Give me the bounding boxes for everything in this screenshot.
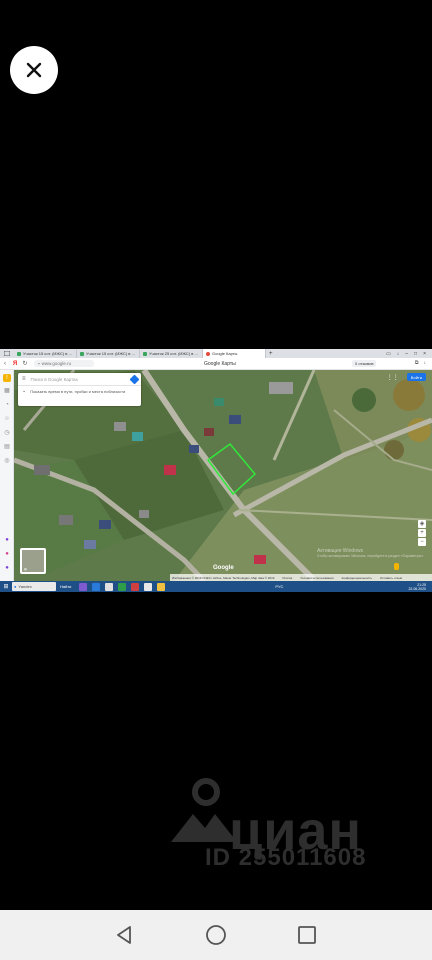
satellite-map[interactable]: ≡ Поиск в Google Картах ⌕ ⌄ Показать вре…	[14, 370, 432, 581]
reload-icon[interactable]: ↻	[20, 360, 30, 367]
maximize-icon[interactable]: □	[414, 351, 417, 357]
site-icon	[17, 351, 21, 356]
collections-icon[interactable]: ▤	[3, 443, 11, 451]
windows-activation-notice: Активация Windows Чтобы активировать Win…	[317, 548, 425, 558]
home-circle-icon	[206, 925, 226, 945]
close-icon	[26, 62, 42, 78]
windows-start-icon[interactable]: ⊞	[0, 581, 12, 592]
app-icon[interactable]	[131, 582, 140, 591]
android-navbar	[0, 910, 432, 960]
app-icon[interactable]	[118, 582, 127, 591]
taskbar-find[interactable]: Найти	[60, 584, 71, 589]
download-icon[interactable]: ↓	[424, 360, 427, 366]
map-pin-icon	[206, 351, 210, 356]
yandex-browser-icon[interactable]	[144, 582, 153, 591]
apps-grid-icon[interactable]: ⋮⋮	[387, 374, 399, 381]
home-button[interactable]	[204, 923, 228, 947]
yandex-icon[interactable]: Я	[10, 361, 20, 367]
google-logo: Google	[213, 565, 234, 571]
app-icon[interactable]	[105, 582, 114, 591]
app-icon[interactable]	[92, 582, 101, 591]
address-bar: ‹ Я ↻ ▪ www.google.ru Google Карты 0 отзы…	[0, 358, 432, 370]
download-icon[interactable]: ↓	[397, 351, 400, 357]
settings-icon[interactable]: ◎	[3, 457, 11, 465]
window-close-icon[interactable]: ×	[423, 351, 426, 357]
new-tab-button[interactable]: +	[269, 351, 273, 357]
map-attribution: Изображения © 2019 CNES / Airbus, Maxar …	[170, 574, 432, 581]
yandex-icon: ●	[14, 584, 17, 589]
recents-square-icon	[297, 926, 316, 944]
chevron-down-icon: ⌄	[22, 388, 27, 394]
browser-menu-icon[interactable]	[0, 349, 14, 358]
recents-button[interactable]	[295, 923, 319, 947]
page-title: Google Карты	[204, 361, 236, 367]
desktop-screenshot: Участок 15 сот. (ИЖС) в ... Участок 15 с…	[0, 349, 432, 592]
search-box[interactable]: ≡ Поиск в Google Картах ⌕	[18, 373, 141, 386]
back-triangle-icon	[117, 926, 132, 944]
compass-icon[interactable]: ◈	[418, 520, 426, 528]
tab-3[interactable]: Участок 25 сот. (ИЖС) в ...	[140, 349, 203, 358]
nearby-hint[interactable]: ⌄ Показать время в пути, пробки и места …	[18, 386, 141, 397]
zen-icon[interactable]: ●	[3, 564, 11, 572]
tab-2[interactable]: Участок 15 сот. (ИЖС) в ...	[77, 349, 140, 358]
grid-icon[interactable]: ▦	[3, 387, 11, 395]
layers-icon: ▤	[24, 567, 27, 571]
site-icon	[80, 351, 84, 356]
language-indicator[interactable]: РУС	[275, 584, 283, 589]
history-icon[interactable]: ◷	[3, 429, 11, 437]
taskbar-search[interactable]: ● Yandex	[12, 582, 56, 591]
zoom-in-button[interactable]: +	[418, 529, 426, 537]
back-button[interactable]	[113, 923, 137, 947]
system-clock[interactable]: 21:25 22.06.2020	[408, 583, 432, 591]
tab-google-maps[interactable]: Google Карты	[203, 349, 266, 358]
messenger-icon[interactable]: ●	[3, 536, 11, 544]
image-viewer: Участок 15 сот. (ИЖС) в ... Участок 15 с…	[0, 0, 432, 960]
browser-sidebar: ! ▦ ◔ ☆ ◷ ▤ ◎ ● ● ●	[0, 370, 14, 581]
browser-tabbar: Участок 15 сот. (ИЖС) в ... Участок 15 с…	[0, 349, 432, 358]
bookmark-icon[interactable]: ⧉	[415, 360, 419, 366]
url-field[interactable]: ▪ www.google.ru	[34, 360, 94, 367]
close-button[interactable]	[10, 46, 58, 94]
pegman-icon[interactable]	[394, 563, 399, 570]
tab-1[interactable]: Участок 15 сот. (ИЖС) в ...	[14, 349, 77, 358]
login-button[interactable]: Войти	[406, 373, 426, 381]
menu-icon[interactable]: ≡	[22, 376, 26, 382]
tabs-icon[interactable]: ▭	[386, 351, 391, 357]
search-panel: ≡ Поиск в Google Картах ⌕ ⌄ Показать вре…	[18, 373, 141, 406]
music-icon[interactable]: ●	[3, 550, 11, 558]
reviews-button[interactable]: 0 отзывов	[352, 360, 377, 367]
alice-icon[interactable]: !	[3, 374, 11, 382]
zoom-controls: ◈ + −	[418, 520, 426, 546]
site-icon	[143, 351, 147, 356]
windows-taskbar: ⊞ ● Yandex Найти РУС 21:25 22.06.2020	[0, 581, 432, 592]
search-input[interactable]: Поиск в Google Картах	[31, 377, 78, 382]
bell-icon[interactable]: ◔	[3, 401, 11, 409]
listing-id: ID 255011608	[205, 844, 367, 871]
layers-toggle[interactable]: ▤	[20, 548, 46, 574]
star-icon[interactable]: ☆	[3, 415, 11, 423]
back-icon[interactable]: ‹	[0, 361, 10, 367]
zoom-out-button[interactable]: −	[418, 538, 426, 546]
lock-icon: ▪	[38, 361, 40, 366]
minimize-icon[interactable]: –	[405, 351, 408, 357]
cian-logo-icon	[171, 778, 237, 842]
folder-icon[interactable]	[157, 582, 166, 591]
app-icon[interactable]	[79, 582, 88, 591]
